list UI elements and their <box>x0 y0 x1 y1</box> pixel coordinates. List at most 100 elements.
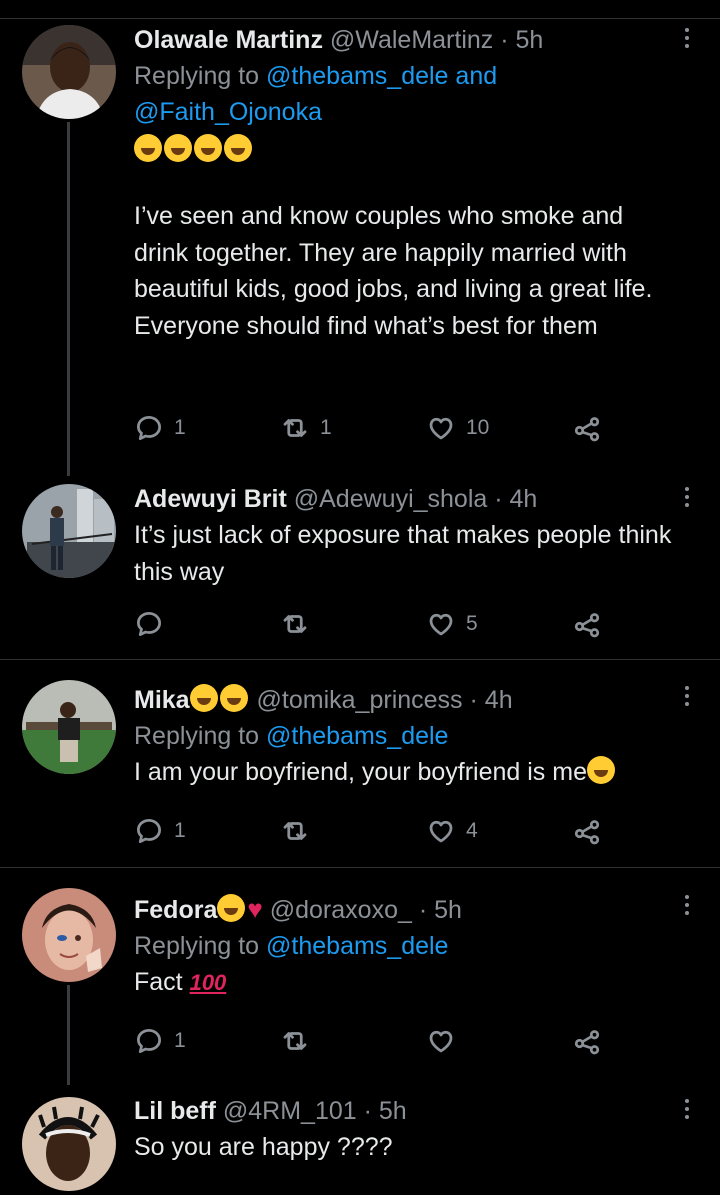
angel-emoji-icon <box>217 894 246 922</box>
replying-to-link[interactable]: @thebams_dele <box>266 722 448 750</box>
tweet-header: Fedora ♥ @doraxoxo_ · 5h <box>134 891 684 928</box>
replying-to: Replying to @thebams_dele and @Faith_Ojo… <box>134 58 684 130</box>
replying-prefix: Replying to <box>134 722 260 750</box>
thread-line <box>67 985 70 1085</box>
like-button[interactable]: 4 <box>426 811 478 851</box>
more-icon[interactable] <box>680 686 694 706</box>
avatar[interactable] <box>22 680 116 774</box>
more-icon[interactable] <box>680 895 694 915</box>
eye-roll-emoji-icon <box>586 756 615 784</box>
more-icon[interactable] <box>680 28 694 48</box>
display-name[interactable]: Fedora <box>134 896 217 924</box>
tweet-actions: 1 <box>134 1021 604 1061</box>
separator-dot: · <box>469 686 478 714</box>
share-icon <box>574 613 600 638</box>
share-button[interactable] <box>572 1021 602 1061</box>
thread-line <box>67 122 70 476</box>
reply-button[interactable]: 1 <box>134 408 186 448</box>
like-icon <box>429 613 453 636</box>
share-icon <box>574 417 600 442</box>
tweet-actions: 1 4 <box>134 811 604 851</box>
more-icon[interactable] <box>680 1099 694 1119</box>
sunglasses-emoji-icon <box>219 684 248 712</box>
tweet-text: I’ve seen and know couples who smoke and… <box>134 202 653 340</box>
user-handle[interactable]: @Adewuyi_shola <box>294 485 488 513</box>
replying-to: Replying to @thebams_dele <box>134 718 684 754</box>
tweet-body: Fact 100 <box>134 964 684 1002</box>
rofl-emoji-icon <box>134 134 162 162</box>
emoji-row <box>134 130 684 178</box>
reply-icon <box>137 612 161 636</box>
retweet-icon <box>283 822 307 840</box>
like-count: 10 <box>466 416 490 439</box>
share-button[interactable] <box>572 408 602 448</box>
share-button[interactable] <box>572 811 602 851</box>
tweet-content: Olawale Martinz @WaleMartinz · 5h Replyi… <box>134 22 684 344</box>
reply-icon <box>137 1029 161 1053</box>
hundred-points-icon: 100 <box>189 970 227 995</box>
divider <box>0 659 720 660</box>
retweet-button[interactable]: 1 <box>280 408 332 448</box>
retweet-count: 1 <box>320 416 332 439</box>
reply-button[interactable] <box>134 604 174 644</box>
retweet-button[interactable] <box>280 811 320 851</box>
user-handle[interactable]: @WaleMartinz <box>330 26 493 54</box>
reply-count: 1 <box>174 416 186 439</box>
reply-button[interactable]: 1 <box>134 811 186 851</box>
share-icon <box>574 1030 600 1055</box>
tweet-actions: 1 1 10 <box>134 408 604 448</box>
tweet-header: Lil beff @4RM_101 · 5h <box>134 1093 684 1129</box>
display-name[interactable]: Olawale Martinz <box>134 26 323 54</box>
tweet-content: Mika @tomika_princess · 4h Replying to @… <box>134 682 684 791</box>
more-icon[interactable] <box>680 487 694 507</box>
replying-to-link[interactable]: @Faith_Ojonoka <box>134 98 322 126</box>
timestamp[interactable]: 5h <box>379 1097 407 1125</box>
replying-to-link[interactable]: @thebams_dele and <box>266 62 497 90</box>
replying-prefix: Replying to <box>134 62 260 90</box>
like-button[interactable]: 5 <box>426 604 478 644</box>
display-name[interactable]: Adewuyi Brit <box>134 485 287 513</box>
tweet-text: It’s just lack of exposure that makes pe… <box>134 521 672 586</box>
like-button[interactable] <box>426 1021 466 1061</box>
reply-icon <box>137 416 161 440</box>
replying-to-link[interactable]: @thebams_dele <box>266 932 448 960</box>
display-name[interactable]: Lil beff <box>134 1097 216 1125</box>
tweet-header: Olawale Martinz @WaleMartinz · 5h <box>134 22 684 58</box>
timestamp[interactable]: 5h <box>516 26 544 54</box>
user-handle[interactable]: @4RM_101 <box>223 1097 357 1125</box>
reply-button[interactable]: 1 <box>134 1021 186 1061</box>
share-button[interactable] <box>572 604 602 644</box>
avatar[interactable] <box>22 1097 116 1191</box>
share-icon <box>574 820 600 845</box>
tweet-header: Mika @tomika_princess · 4h <box>134 682 684 718</box>
like-count: 4 <box>466 819 478 842</box>
avatar[interactable] <box>22 25 116 119</box>
tweet-content: Fedora ♥ @doraxoxo_ · 5h Replying to @the… <box>134 891 684 1002</box>
user-handle[interactable]: @tomika_princess <box>257 686 463 714</box>
avatar[interactable] <box>22 888 116 982</box>
tweet-text: Fact <box>134 968 183 996</box>
retweet-icon <box>283 419 307 437</box>
like-button[interactable]: 10 <box>426 408 489 448</box>
reply-count: 1 <box>174 819 186 842</box>
timestamp[interactable]: 4h <box>485 686 513 714</box>
avatar[interactable] <box>22 484 116 578</box>
like-icon <box>429 417 453 440</box>
user-handle[interactable]: @doraxoxo_ <box>270 896 412 924</box>
rofl-emoji-icon <box>164 134 192 162</box>
timestamp[interactable]: 4h <box>510 485 538 513</box>
top-divider <box>0 18 720 19</box>
like-count: 5 <box>466 612 478 635</box>
rofl-emoji-icon <box>194 134 222 162</box>
retweet-icon <box>283 1032 307 1050</box>
retweet-button[interactable] <box>280 1021 320 1061</box>
like-icon <box>429 820 453 843</box>
timestamp[interactable]: 5h <box>434 896 462 924</box>
yum-emoji-icon <box>189 684 218 712</box>
separator-dot: · <box>363 1097 372 1125</box>
tweet-actions: 5 <box>134 604 604 644</box>
display-name[interactable]: Mika <box>134 686 190 714</box>
tweet-body: I am your boyfriend, your boyfriend is m… <box>134 754 684 791</box>
retweet-button[interactable] <box>280 604 320 644</box>
separator-dot: · <box>418 896 428 924</box>
